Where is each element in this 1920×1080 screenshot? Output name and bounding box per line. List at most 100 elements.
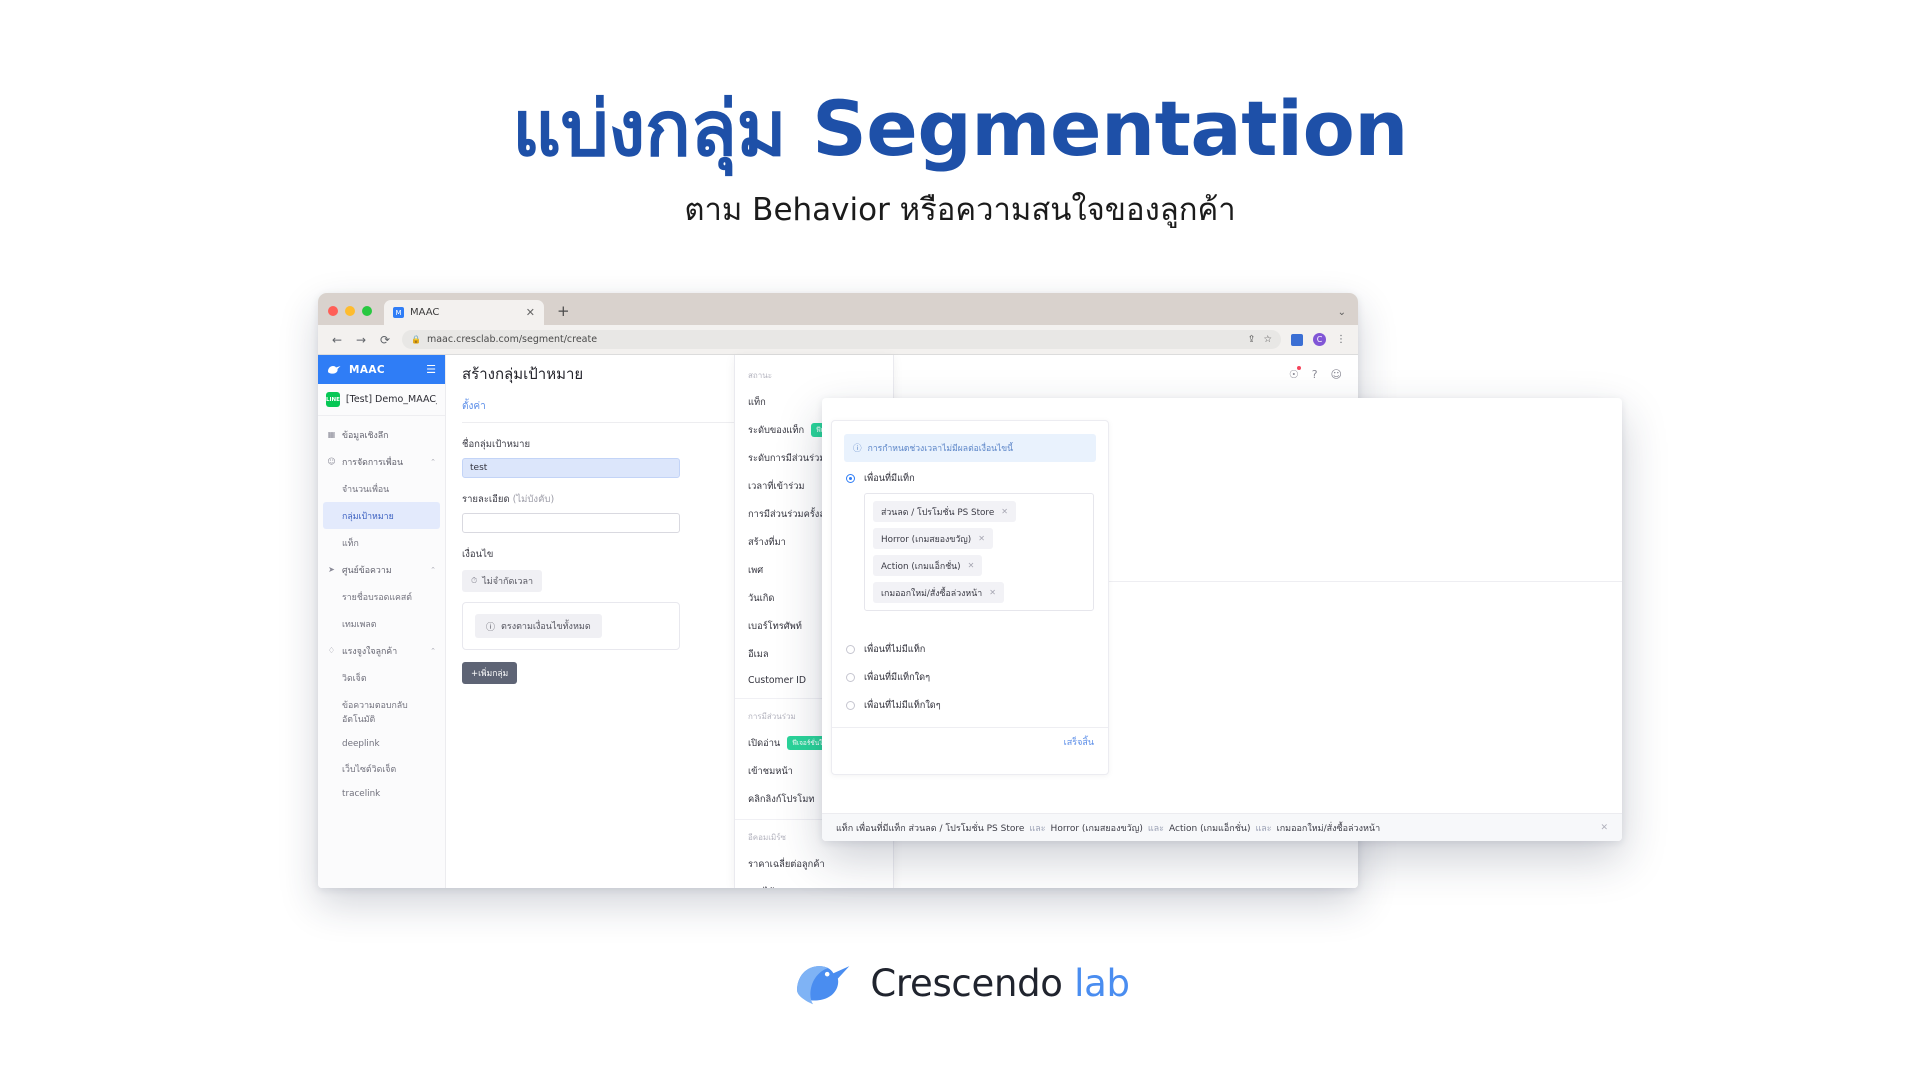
radio-option-any-tag[interactable]: เพื่อนที่มีแท็กใดๆ [832, 661, 1108, 689]
radio-option-no-tag[interactable]: เพื่อนที่ไม่มีแท็ก [832, 633, 1108, 661]
close-icon[interactable]: ✕ [989, 588, 996, 597]
info-icon: ⓘ [486, 622, 496, 633]
condition-overlay-card: ⓘ การกำหนดช่วงเวลาไม่มีผลต่อเงื่อนไขนี้ … [822, 398, 1622, 841]
sidebar-nav: ▦ ข้อมูลเชิงลึก ☺ การจัดการเพื่อน ⌃ จำนว… [318, 416, 445, 805]
time-range-chip[interactable]: ⏱ ไม่จำกัดเวลา [462, 570, 543, 592]
match-all-conditions[interactable]: ⓘ ตรงตามเงื่อนไขทั้งหมด [475, 614, 602, 638]
radio-icon[interactable] [846, 645, 855, 654]
dropdown-item-avg-price[interactable]: ราคาเฉลี่ยต่อลูกค้า [735, 850, 893, 878]
segment-desc-input[interactable] [462, 513, 680, 533]
user-menu-icon[interactable]: ☺ [1331, 368, 1342, 381]
hero-title-en: Segmentation [812, 84, 1408, 173]
hamburger-icon[interactable]: ☰ [426, 363, 436, 376]
tag-label: Horror (เกมสยองขวัญ) [881, 534, 972, 545]
page-title: แบ่งกลุ่ม Segmentation [0, 87, 1920, 170]
sidebar-item-segments[interactable]: กลุ่มเป้าหมาย [323, 502, 440, 529]
forward-icon[interactable]: → [354, 333, 368, 347]
radio-option-no-any-tag[interactable]: เพื่อนที่ไม่มีแท็กใดๆ [832, 689, 1108, 717]
time-range-label: ไม่จำกัดเวลา [482, 577, 534, 587]
sidebar-item-widget[interactable]: วิดเจ็ต [318, 664, 445, 691]
add-group-button[interactable]: +เพิ่มกลุ่ม [462, 662, 518, 684]
dropdown-item-total-revenue[interactable]: รายได้สะสม [735, 878, 893, 889]
chevron-down-icon[interactable]: ⌄ [1338, 307, 1346, 318]
tag-chip[interactable]: Horror (เกมสยองขวัญ) ✕ [873, 528, 993, 549]
chevron-up-icon[interactable]: ⌃ [430, 647, 436, 655]
selected-tags-box: ส่วนลด / โปรโมชั่น PS Store ✕ Horror (เก… [864, 493, 1094, 611]
new-tab-button[interactable]: + [557, 302, 570, 325]
maximize-window-icon[interactable] [362, 306, 372, 316]
sidebar-item-deeplink[interactable]: deeplink [318, 732, 445, 755]
sidebar-item-auto-reply[interactable]: ข้อความตอบกลับอัตโนมัติ [318, 691, 445, 732]
sidebar-item-label: แรงจูงใจลูกค้า [342, 646, 398, 657]
close-icon[interactable]: ✕ [1001, 507, 1008, 516]
minimize-window-icon[interactable] [345, 306, 355, 316]
bookmark-star-icon[interactable]: ☆ [1263, 334, 1272, 345]
sidebar-brand-bar: MAAC ☰ [318, 355, 445, 384]
close-icon[interactable]: ✕ [968, 561, 975, 570]
avatar[interactable]: C [1313, 333, 1326, 346]
close-icon[interactable]: ✕ [1600, 823, 1608, 833]
extension-icon[interactable] [1291, 333, 1303, 346]
sidebar-item-message-center[interactable]: ➤ ศูนย์ข้อความ ⌃ [318, 556, 445, 583]
share-icon[interactable]: ⇪ [1248, 334, 1256, 345]
sidebar-item-tracelink[interactable]: tracelink [318, 782, 445, 805]
address-bar[interactable]: 🔒 maac.cresclab.com/segment/create ⇪ ☆ [402, 330, 1281, 349]
summary-tag-2: Action (เกมแอ็กชั่น) [1169, 823, 1251, 834]
url-text: maac.cresclab.com/segment/create [426, 334, 598, 345]
chevron-up-icon[interactable]: ⌃ [430, 566, 436, 574]
help-icon[interactable]: ? [1312, 368, 1318, 381]
account-name: [Test] Demo_MAAC_TH [345, 394, 437, 405]
browser-tabstrip: M MAAC ✕ + ⌄ [318, 293, 1358, 325]
close-window-icon[interactable] [328, 306, 338, 316]
person-icon: ☺ [327, 457, 336, 466]
sidebar-item-broadcast-list[interactable]: รายชื่อบรอดแคสต์ [318, 583, 445, 610]
hero-section: แบ่งกลุ่ม Segmentation ตาม Behavior หรือ… [0, 0, 1920, 234]
dropdown-section-header: สถานะ [748, 371, 772, 380]
sidebar-item-friend-management[interactable]: ☺ การจัดการเพื่อน ⌃ [318, 448, 445, 475]
account-switcher[interactable]: LINE [Test] Demo_MAAC_TH [318, 384, 445, 416]
favicon-icon: M [393, 307, 404, 318]
window-controls[interactable] [328, 306, 372, 325]
bell-icon[interactable]: ☉ [1289, 365, 1301, 381]
segment-name-label: ชื่อกลุ่มเป้าหมาย [462, 439, 531, 450]
tag-label: เกมออกใหม่/สั่งซื้อล่วงหน้า [881, 588, 983, 599]
browser-tab[interactable]: M MAAC ✕ [384, 300, 544, 325]
reload-icon[interactable]: ⟳ [378, 333, 392, 347]
radio-option-has-tag[interactable]: เพื่อนที่มีแท็ก [832, 462, 1108, 490]
sidebar-item-label: การจัดการเพื่อน [342, 457, 403, 468]
send-icon: ➤ [328, 565, 335, 574]
sidebar-item-incentives[interactable]: ♢ แรงจูงใจลูกค้า ⌃ [318, 637, 445, 664]
dropdown-item-label: เปิดอ่าน [748, 737, 781, 749]
condition-summary-bar: แท็ก เพื่อนที่มีแท็ก ส่วนลด / โปรโมชั่น … [822, 813, 1622, 841]
radio-label: เพื่อนที่ไม่มีแท็ก [864, 644, 926, 655]
browser-menu-icon[interactable]: ⋮ [1336, 334, 1346, 345]
summary-tag-3: เกมออกใหม่/สั่งซื้อล่วงหน้า [1276, 823, 1381, 834]
segment-form: ชื่อกลุ่มเป้าหมาย test รายละเอียด (ไม่บั… [446, 423, 696, 698]
brand-name-main: Crescendo [870, 961, 1063, 1005]
radio-icon[interactable] [846, 701, 855, 710]
sidebar-item-insights[interactable]: ▦ ข้อมูลเชิงลึก [318, 421, 445, 448]
desc-optional-text: (ไม่บังคับ) [512, 494, 555, 505]
info-alert-text: การกำหนดช่วงเวลาไม่มีผลต่อเงื่อนไขนี้ [867, 444, 1014, 454]
radio-icon[interactable] [846, 474, 855, 483]
brand-name-lab: lab [1074, 961, 1130, 1005]
tag-chip[interactable]: เกมออกใหม่/สั่งซื้อล่วงหน้า ✕ [873, 582, 1004, 603]
segment-name-input[interactable]: test [462, 458, 680, 478]
tag-chip[interactable]: ส่วนลด / โปรโมชั่น PS Store ✕ [873, 501, 1016, 522]
sidebar-item-templates[interactable]: เทมเพลต [318, 610, 445, 637]
line-icon: LINE [326, 392, 340, 407]
summary-prefix: แท็ก เพื่อนที่มีแท็ก ส่วนลด / โปรโมชั่น … [836, 823, 1025, 834]
close-icon[interactable]: ✕ [978, 534, 985, 543]
sidebar-item-website-widget[interactable]: เว็บไซต์วิดเจ็ต [318, 755, 445, 782]
tag-chip[interactable]: Action (เกมแอ็กชั่น) ✕ [873, 555, 983, 576]
close-tab-icon[interactable]: ✕ [526, 306, 535, 319]
finish-button[interactable]: เสร็จสิ้น [832, 728, 1108, 749]
overlay-body: ⓘ การกำหนดช่วงเวลาไม่มีผลต่อเงื่อนไขนี้ … [822, 398, 1622, 798]
chevron-up-icon[interactable]: ⌃ [430, 458, 436, 466]
sidebar-item-tags[interactable]: แท็ก [318, 529, 445, 556]
back-icon[interactable]: ← [330, 333, 344, 347]
screenshot-stage: M MAAC ✕ + ⌄ ← → ⟳ 🔒 maac.cresclab.com/s… [0, 280, 1920, 920]
sidebar-item-friend-count[interactable]: จำนวนเพื่อน [318, 475, 445, 502]
summary-and: และ [1255, 823, 1272, 834]
radio-icon[interactable] [846, 673, 855, 682]
